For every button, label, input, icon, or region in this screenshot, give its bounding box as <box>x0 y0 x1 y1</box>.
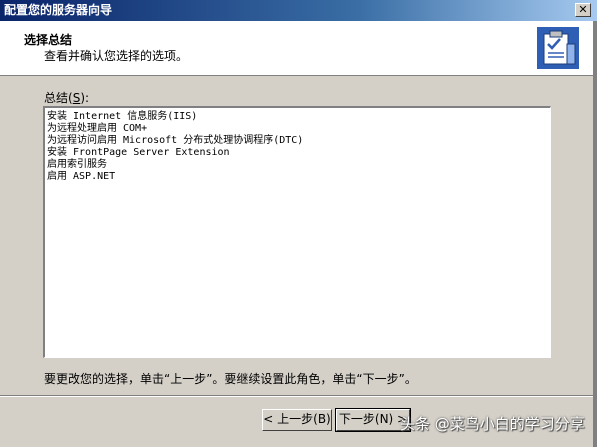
summary-label: 总结(S): <box>44 91 90 105</box>
summary-line: 启用 ASP.NET <box>47 171 116 182</box>
summary-line: 为远程访问启用 Microsoft 分布式处理协调程序(DTC) <box>47 135 304 146</box>
summary-textbox[interactable]: 安装 Internet 信息服务(IIS) 为远程处理启用 COM+ 为远程访问… <box>43 106 551 358</box>
watermark-text: 头条 @菜鸟小白的学习分享 <box>400 415 585 433</box>
page-subtitle: 查看并确认您选择的选项。 <box>44 49 189 63</box>
instruction-text: 要更改您的选择，单击“上一步”。要继续设置此角色，单击“下一步”。 <box>44 372 417 386</box>
wizard-clipboard-icon <box>537 27 579 69</box>
page-title: 选择总结 <box>24 33 73 47</box>
window-title: 配置您的服务器向导 <box>4 3 113 17</box>
window-edge <box>593 21 597 447</box>
summary-line: 启用索引服务 <box>47 159 107 170</box>
summary-line: 安装 Internet 信息服务(IIS) <box>47 111 198 122</box>
summary-line: 安装 FrontPage Server Extension <box>47 147 230 158</box>
title-bar: 配置您的服务器向导 ✕ <box>0 0 597 21</box>
close-button[interactable]: ✕ <box>575 3 591 17</box>
footer-separator <box>0 395 597 397</box>
next-button[interactable]: 下一步(N) > <box>335 408 411 432</box>
summary-line: 为远程处理启用 COM+ <box>47 123 148 134</box>
wizard-header: 选择总结 查看并确认您选择的选项。 <box>0 21 597 76</box>
back-button[interactable]: < 上一步(B) <box>262 409 332 431</box>
